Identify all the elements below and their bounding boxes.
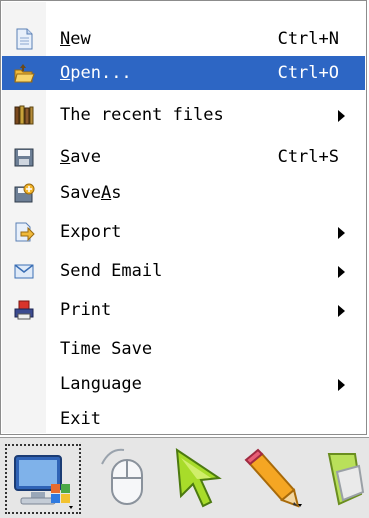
mouse-icon (101, 448, 143, 505)
export-icon (15, 222, 35, 242)
pencil-tool-button[interactable] (236, 444, 312, 514)
menu-item-label: Send Email (60, 261, 163, 281)
save-icon (14, 148, 34, 167)
menu-item-send-email[interactable]: Send Email (2, 254, 365, 288)
arrow-cursor-icon (175, 448, 222, 508)
menu-item-export[interactable]: Export (2, 215, 365, 249)
recent-files-icon (14, 105, 34, 125)
menu-item-exit[interactable]: Exit (2, 402, 365, 436)
menu-item-label: Print (60, 300, 112, 320)
menu-item-label: Open... (60, 63, 132, 83)
file-menu: New Ctrl+N Open... Ctrl+O The recent fil… (0, 0, 367, 435)
eraser-icon (327, 453, 365, 506)
menu-item-new[interactable]: New Ctrl+N (2, 22, 365, 56)
menu-item-language[interactable]: Language (2, 367, 365, 401)
new-file-icon (16, 28, 33, 50)
computer-tool-button[interactable] (5, 444, 81, 514)
menu-item-time-save[interactable]: Time Save (2, 332, 365, 366)
menu-item-label: SaveAs (60, 183, 122, 203)
menu-item-label: New (60, 29, 91, 49)
menu-item-shortcut: Ctrl+N (277, 29, 339, 49)
menu-item-save[interactable]: Save Ctrl+S (2, 140, 365, 174)
pencil-icon (244, 448, 302, 508)
pointer-tool-button[interactable] (163, 444, 239, 514)
menu-item-label: Save (60, 147, 101, 167)
email-icon (14, 264, 34, 279)
open-folder-icon (14, 64, 35, 83)
submenu-arrow-icon (338, 379, 345, 391)
menu-item-label: Time Save (60, 339, 153, 359)
menu-item-recent-files[interactable]: The recent files (2, 98, 365, 132)
mouse-tool-button[interactable] (90, 444, 166, 514)
save-as-icon (14, 183, 35, 203)
menu-item-shortcut: Ctrl+O (277, 63, 339, 83)
submenu-arrow-icon (338, 266, 345, 278)
menu-item-open[interactable]: Open... Ctrl+O (2, 56, 365, 90)
submenu-arrow-icon (338, 305, 345, 317)
menu-item-print[interactable]: Print (2, 293, 365, 327)
menu-item-label: The recent files (60, 105, 224, 125)
printer-icon (14, 300, 34, 320)
eraser-tool-button[interactable] (309, 444, 369, 514)
menu-item-label: Export (60, 222, 122, 242)
submenu-arrow-icon (338, 227, 345, 239)
menu-item-shortcut: Ctrl+S (277, 147, 339, 167)
menu-item-save-as[interactable]: SaveAs (2, 176, 365, 210)
menu-item-label: Language (60, 374, 142, 394)
menu-item-label: Exit (60, 409, 101, 429)
computer-icon (14, 455, 73, 509)
submenu-arrow-icon (338, 110, 345, 122)
tool-toolbar (0, 437, 369, 518)
